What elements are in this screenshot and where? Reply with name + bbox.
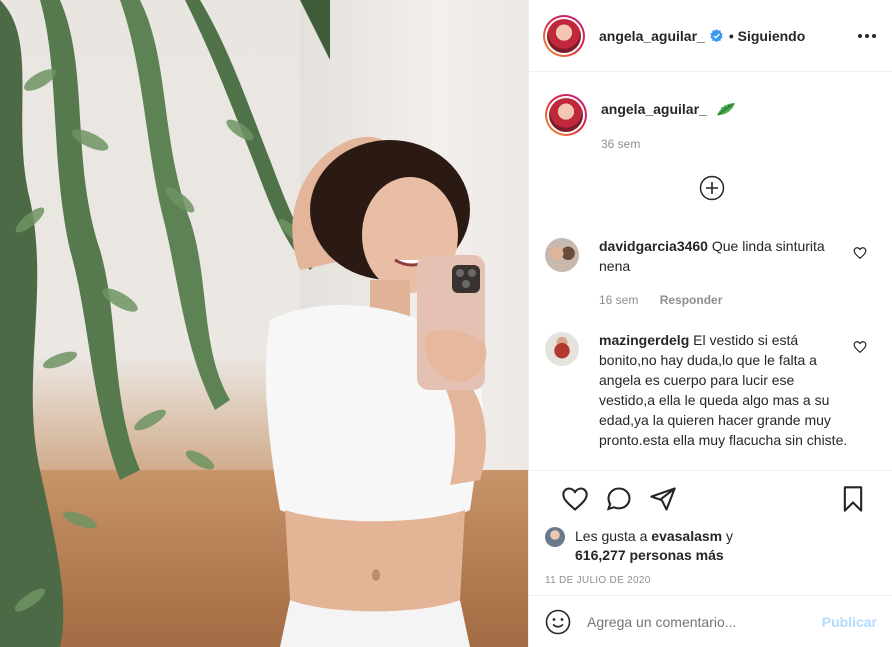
post-photo[interactable] (0, 0, 528, 647)
heart-icon[interactable] (853, 340, 867, 354)
post-sidebar: angela_aguilar_ • Siguiendo angela_aguil… (528, 0, 892, 647)
action-bar (545, 471, 877, 527)
caption-time[interactable]: 36 sem (601, 137, 737, 151)
post-date[interactable]: 11 DE JULIO DE 2020 (545, 575, 877, 586)
add-comment-bar: Publicar (529, 595, 892, 647)
plus-circle-icon[interactable] (699, 175, 725, 201)
author-username[interactable]: angela_aguilar_ (599, 28, 705, 44)
likes-summary: Les gusta a evasalasm y 616,277 personas… (545, 527, 877, 565)
likes-count[interactable]: 616,277 personas más (575, 547, 724, 563)
emoji-icon[interactable] (545, 609, 571, 635)
post-caption: angela_aguilar_ 36 sem (545, 72, 877, 151)
caption-avatar[interactable] (545, 94, 587, 136)
comment-item: mazingerdelg El vestido si está bonito,n… (545, 330, 877, 450)
follow-status[interactable]: • Siguiendo (729, 28, 805, 44)
share-icon[interactable] (649, 485, 677, 513)
commenter-avatar[interactable] (545, 238, 579, 272)
publish-button[interactable]: Publicar (822, 614, 877, 630)
post-actions: Les gusta a evasalasm y 616,277 personas… (529, 470, 892, 586)
more-horizontal-icon[interactable] (857, 26, 877, 46)
liker-username[interactable]: evasalasm (651, 528, 722, 544)
reply-button[interactable]: Responder (660, 293, 723, 307)
commenter-avatar[interactable] (545, 332, 579, 366)
heart-icon[interactable] (853, 246, 867, 260)
herb-leaf-emoji-icon (716, 103, 735, 116)
likes-joiner: y (726, 528, 734, 544)
caption-username[interactable]: angela_aguilar_ (601, 101, 707, 117)
comment-item: davidgarcia3460 Que linda sinturita nena… (545, 236, 877, 310)
heart-icon[interactable] (561, 485, 589, 513)
comment-time[interactable]: 16 sem (599, 293, 638, 307)
comment-username[interactable]: davidgarcia3460 (599, 238, 708, 254)
author-avatar[interactable] (543, 14, 585, 57)
instagram-post: angela_aguilar_ • Siguiendo angela_aguil… (0, 0, 892, 647)
likes-prefix: Les gusta a (575, 528, 648, 544)
comment-icon[interactable] (605, 485, 633, 513)
comment-text: El vestido si está bonito,no hay duda,lo… (599, 332, 848, 448)
verified-badge-icon (710, 29, 723, 42)
comments-list[interactable]: angela_aguilar_ 36 sem davidgarcia3460 Q… (529, 72, 892, 470)
comment-input[interactable] (587, 613, 822, 630)
bookmark-icon[interactable] (839, 485, 867, 513)
post-header: angela_aguilar_ • Siguiendo (529, 0, 892, 72)
liker-avatar[interactable] (545, 527, 565, 547)
comment-username[interactable]: mazingerdelg (599, 332, 689, 348)
person-taking-mirror-selfie (265, 136, 487, 647)
